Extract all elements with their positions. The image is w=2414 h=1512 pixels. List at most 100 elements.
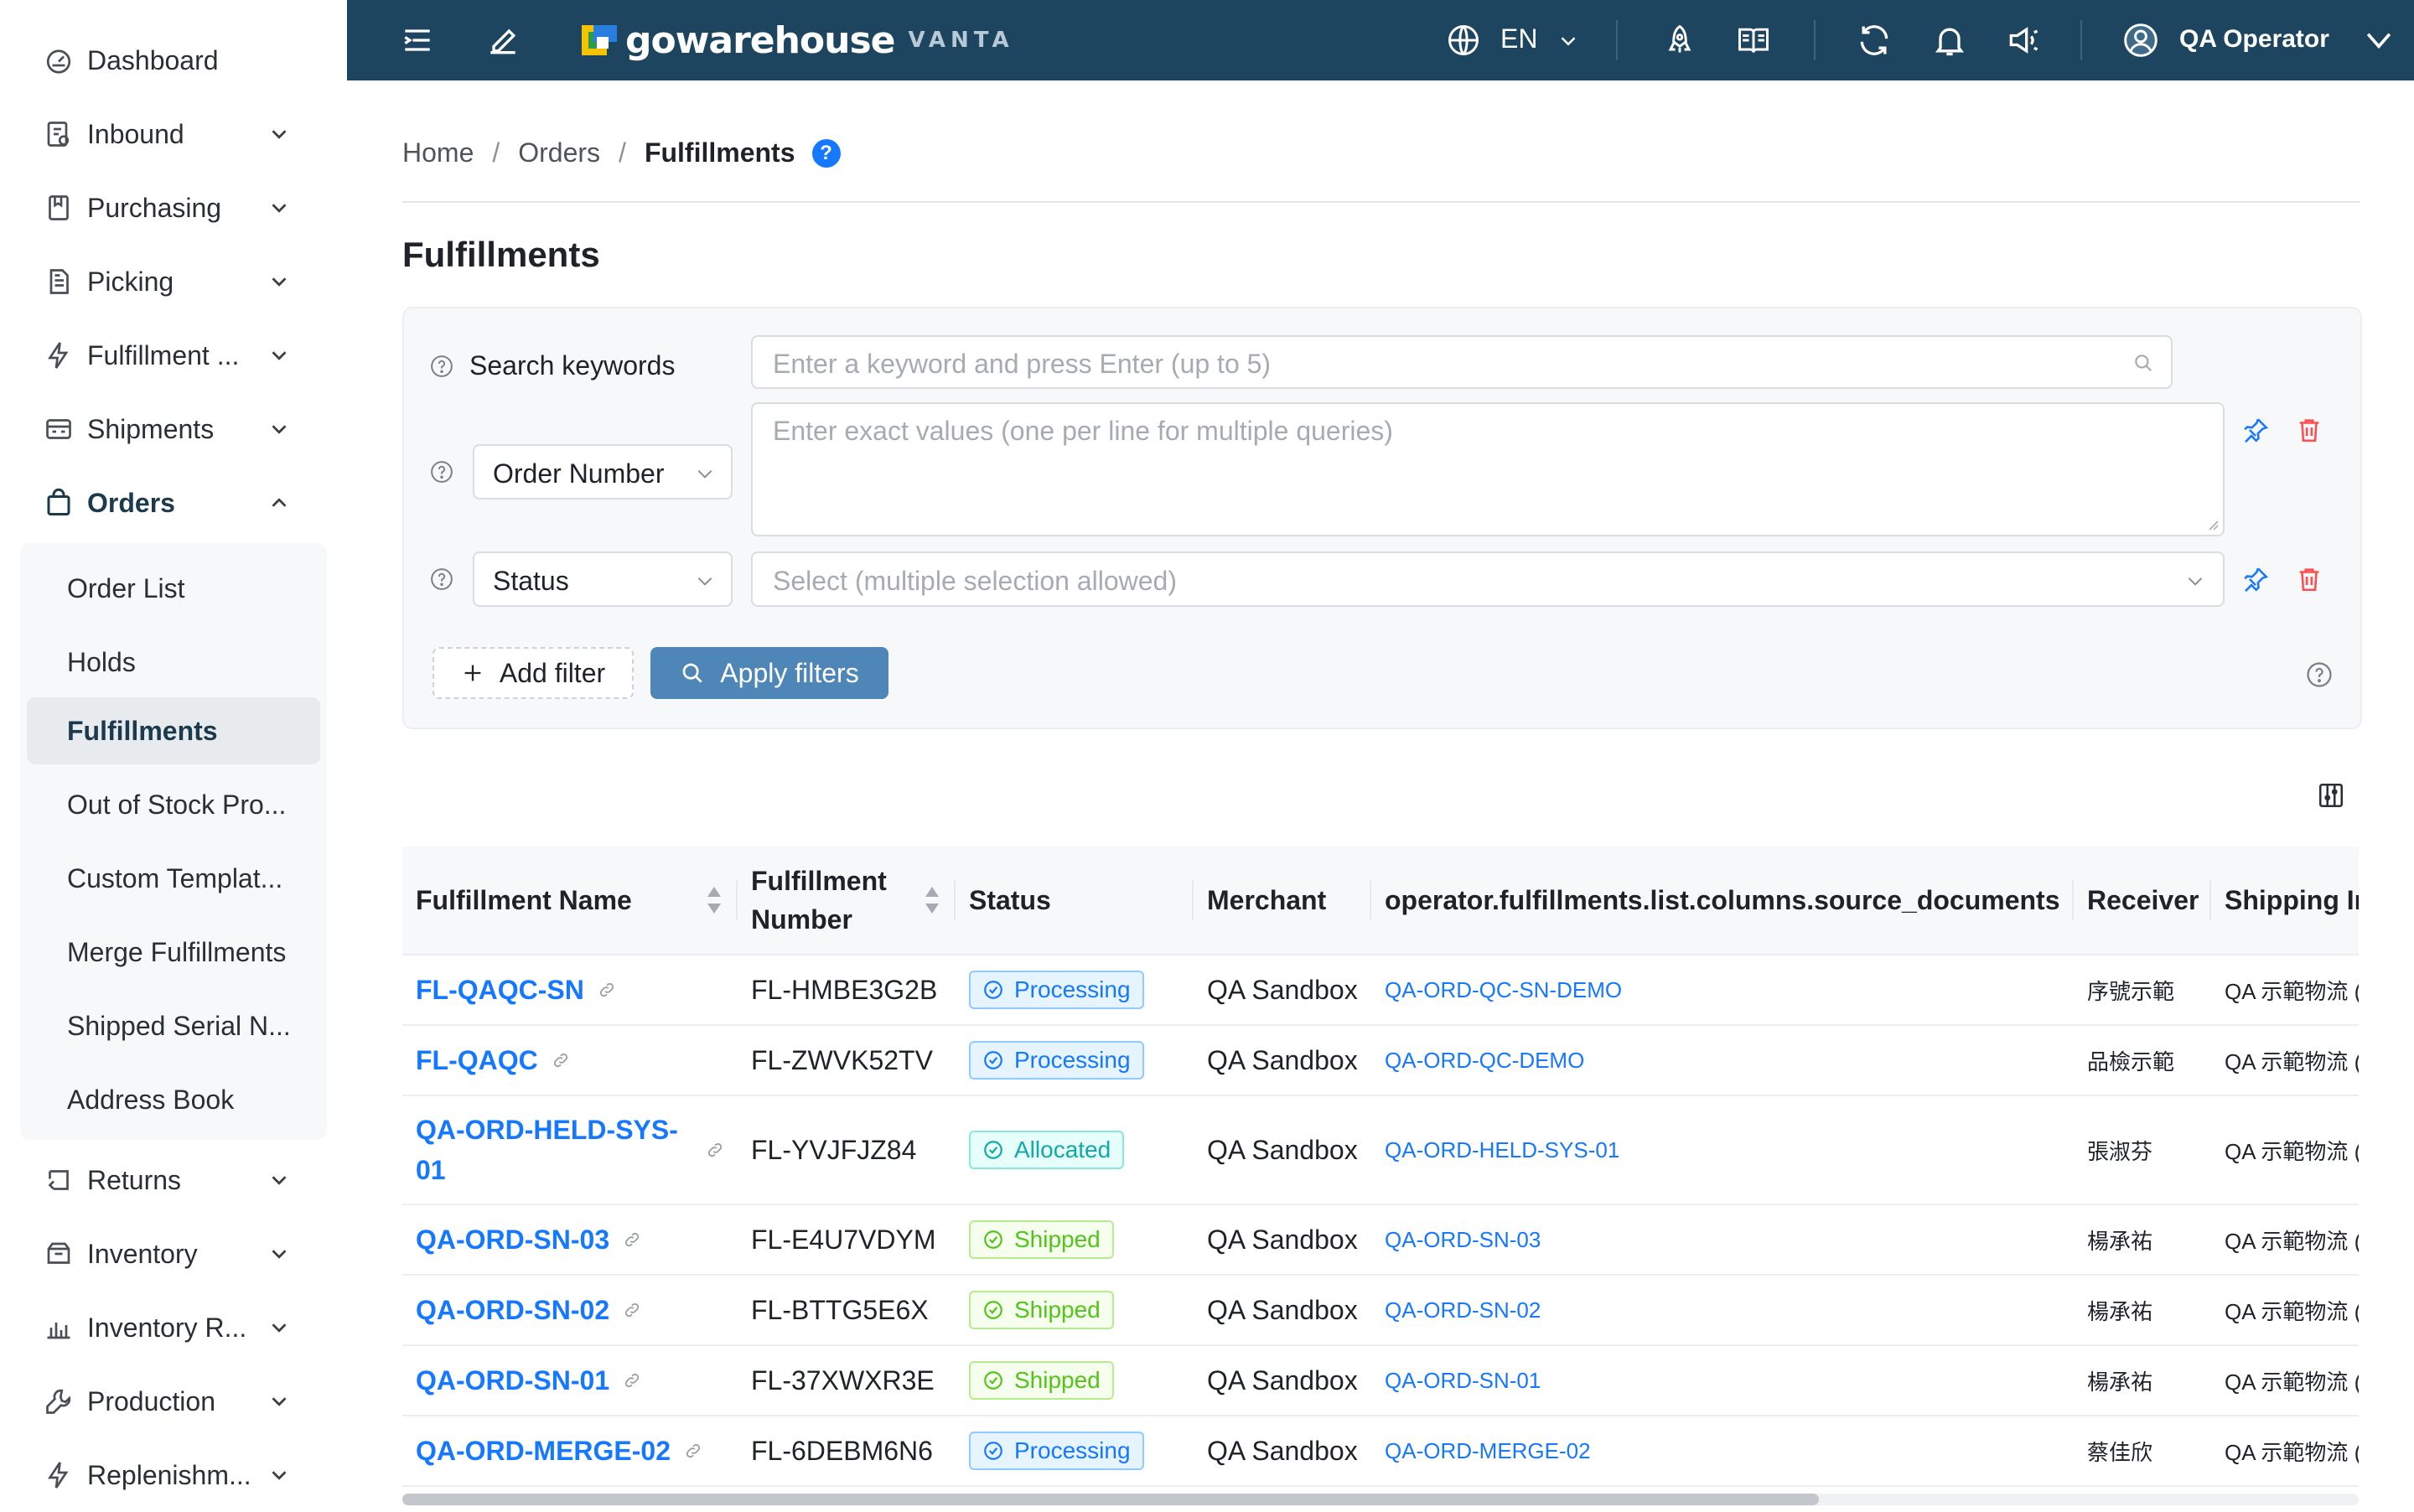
order-number-textarea[interactable]: Enter exact values (one per line for mul… bbox=[751, 402, 2225, 536]
divider bbox=[1616, 20, 1618, 60]
apply-filters-button[interactable]: Apply filters bbox=[650, 647, 888, 699]
submenu-item-label: Merge Fulfillments bbox=[67, 936, 287, 967]
divider bbox=[1814, 20, 1816, 60]
language-selector[interactable]: EN bbox=[1500, 23, 1537, 54]
column-header-source-documents[interactable]: operator.fulfillments.list.columns.sourc… bbox=[1371, 847, 2074, 955]
link-icon[interactable] bbox=[684, 1442, 702, 1460]
fulfillment-number: FL-37XWXR3E bbox=[738, 1345, 956, 1416]
sidebar-item-replenishment[interactable]: Replenishm... bbox=[0, 1438, 347, 1512]
sidebar-item-purchasing[interactable]: Purchasing bbox=[0, 171, 347, 245]
sidebar-item-dashboard[interactable]: Dashboard bbox=[0, 23, 347, 97]
sidebar-item-inventory[interactable]: Inventory bbox=[0, 1217, 347, 1291]
fulfillment-name-link[interactable]: FL-QAQC-SN bbox=[416, 975, 584, 1006]
status-badge: Processing bbox=[969, 1432, 1144, 1470]
source-document-link[interactable]: QA-ORD-QC-SN-DEMO bbox=[1371, 955, 2074, 1026]
breadcrumb-home[interactable]: Home bbox=[402, 137, 474, 168]
submenu-item-merge-fulfillments[interactable]: Merge Fulfillments bbox=[27, 919, 320, 986]
speaker-icon[interactable] bbox=[2005, 22, 2042, 59]
breadcrumb-orders[interactable]: Orders bbox=[518, 137, 600, 168]
sidebar-item-returns[interactable]: Returns bbox=[0, 1143, 347, 1217]
fulfillment-name-link[interactable]: QA-ORD-HELD-SYS-01 bbox=[416, 1110, 692, 1190]
question-circle-icon[interactable] bbox=[429, 567, 454, 592]
submenu-item-out-of-stock[interactable]: Out of Stock Pro... bbox=[27, 771, 320, 838]
submenu-item-holds[interactable]: Holds bbox=[27, 629, 320, 696]
sidebar-item-inventory-reports[interactable]: Inventory R... bbox=[0, 1291, 347, 1364]
add-filter-button[interactable]: Add filter bbox=[433, 647, 634, 699]
status-field-select[interactable]: Status bbox=[473, 551, 733, 607]
fulfillment-name-link[interactable]: FL-QAQC bbox=[416, 1045, 538, 1076]
delete-icon[interactable] bbox=[2295, 416, 2323, 444]
search-input[interactable]: Enter a keyword and press Enter (up to 5… bbox=[751, 335, 2173, 389]
sidebar-item-production[interactable]: Production bbox=[0, 1364, 347, 1438]
table-row[interactable]: QA-ORD-SN-01 FL-37XWXR3E Shipped QA Sand… bbox=[402, 1345, 2359, 1416]
brand-logo[interactable]: gowarehouse VANTA bbox=[582, 18, 1014, 62]
link-icon[interactable] bbox=[623, 1230, 641, 1249]
help-icon[interactable]: ? bbox=[811, 138, 841, 168]
sidebar-item-fulfillment[interactable]: Fulfillment ... bbox=[0, 318, 347, 392]
submenu-item-custom-templates[interactable]: Custom Templat... bbox=[27, 845, 320, 912]
link-icon[interactable] bbox=[623, 1301, 641, 1319]
bell-icon[interactable] bbox=[1931, 22, 1968, 59]
column-header-fulfillment-number[interactable]: Fulfillment Number bbox=[738, 847, 956, 955]
sidebar-item-orders[interactable]: Orders bbox=[0, 466, 347, 540]
question-circle-icon[interactable] bbox=[429, 459, 454, 484]
refresh-icon[interactable] bbox=[1856, 22, 1893, 59]
link-icon[interactable] bbox=[552, 1051, 570, 1069]
table-row[interactable]: FL-QAQC FL-ZWVK52TV Processing QA Sandbo… bbox=[402, 1025, 2359, 1096]
column-header-receiver[interactable]: Receiver bbox=[2074, 847, 2211, 955]
column-header-shipping[interactable]: Shipping In bbox=[2211, 847, 2359, 955]
question-circle-icon[interactable] bbox=[2305, 660, 2334, 689]
user-menu[interactable]: QA Operator bbox=[2179, 25, 2329, 54]
sidebar-item-inbound[interactable]: Inbound bbox=[0, 97, 347, 171]
question-circle-icon[interactable] bbox=[429, 354, 454, 379]
delete-icon[interactable] bbox=[2295, 565, 2323, 593]
edit-icon[interactable] bbox=[484, 22, 521, 59]
scrollbar-thumb[interactable] bbox=[402, 1494, 1819, 1505]
resize-handle-icon[interactable] bbox=[2206, 518, 2220, 531]
submenu-item-order-list[interactable]: Order List bbox=[27, 555, 320, 622]
column-settings-icon[interactable] bbox=[2317, 781, 2345, 810]
sidebar-item-label: Returns bbox=[87, 1164, 182, 1195]
rocket-icon[interactable] bbox=[1661, 22, 1698, 59]
source-document-link[interactable]: QA-ORD-MERGE-02 bbox=[1371, 1416, 2074, 1487]
table-row[interactable]: QA-ORD-HELD-SYS-01 FL-YVJFJZ84 Allocated… bbox=[402, 1095, 2359, 1205]
top-bar: gowarehouse VANTA EN QA Operator bbox=[347, 0, 2414, 80]
table-row[interactable]: QA-ORD-SN-03 FL-E4U7VDYM Shipped QA Sand… bbox=[402, 1204, 2359, 1276]
status-multiselect[interactable]: Select (multiple selection allowed) bbox=[751, 551, 2225, 607]
submenu-item-shipped-serial[interactable]: Shipped Serial N... bbox=[27, 992, 320, 1059]
fulfillment-name-link[interactable]: QA-ORD-SN-02 bbox=[416, 1295, 609, 1326]
fulfillment-name-link[interactable]: QA-ORD-SN-03 bbox=[416, 1225, 609, 1256]
table-row[interactable]: QA-ORD-MERGE-02 FL-6DEBM6N6 Processing Q… bbox=[402, 1416, 2359, 1487]
globe-icon[interactable] bbox=[1445, 22, 1482, 59]
source-document-link[interactable]: QA-ORD-SN-01 bbox=[1371, 1345, 2074, 1416]
column-header-merchant[interactable]: Merchant bbox=[1194, 847, 1371, 955]
sidebar-item-picking[interactable]: Picking bbox=[0, 245, 347, 318]
source-document-link[interactable]: QA-ORD-SN-03 bbox=[1371, 1204, 2074, 1276]
sort-icon[interactable] bbox=[924, 885, 940, 915]
source-document-link[interactable]: QA-ORD-QC-DEMO bbox=[1371, 1025, 2074, 1096]
source-document-link[interactable]: QA-ORD-SN-02 bbox=[1371, 1275, 2074, 1346]
fulfillment-name-link[interactable]: QA-ORD-MERGE-02 bbox=[416, 1436, 671, 1467]
column-header-status[interactable]: Status bbox=[956, 847, 1194, 955]
submenu-item-fulfillments[interactable]: Fulfillments bbox=[27, 697, 320, 764]
horizontal-scrollbar[interactable] bbox=[402, 1494, 2359, 1505]
sidebar-item-label: Inventory R... bbox=[87, 1312, 247, 1343]
table-row[interactable]: FL-QAQC-SN FL-HMBE3G2B Processing QA San… bbox=[402, 955, 2359, 1026]
pin-icon[interactable] bbox=[2241, 416, 2270, 444]
column-header-fulfillment-name[interactable]: Fulfillment Name bbox=[402, 847, 738, 955]
source-document-link[interactable]: QA-ORD-HELD-SYS-01 bbox=[1371, 1095, 2074, 1205]
shipping-info: QA 示範物流 (O bbox=[2211, 955, 2359, 1026]
table-row[interactable]: QA-ORD-SN-02 FL-BTTG5E6X Shipped QA Sand… bbox=[402, 1275, 2359, 1346]
pin-icon[interactable] bbox=[2241, 565, 2270, 593]
book-icon[interactable] bbox=[1735, 22, 1772, 59]
order-number-field-select[interactable]: Order Number bbox=[473, 444, 733, 500]
sort-icon[interactable] bbox=[706, 885, 723, 915]
menu-icon[interactable] bbox=[399, 22, 436, 59]
link-icon[interactable] bbox=[623, 1371, 641, 1390]
fulfillment-name-link[interactable]: QA-ORD-SN-01 bbox=[416, 1365, 609, 1396]
submenu-item-address-book[interactable]: Address Book bbox=[27, 1066, 320, 1133]
link-icon[interactable] bbox=[706, 1141, 724, 1159]
link-icon[interactable] bbox=[598, 981, 616, 999]
sidebar-item-shipments[interactable]: Shipments bbox=[0, 392, 347, 466]
user-avatar-icon[interactable] bbox=[2122, 22, 2159, 59]
